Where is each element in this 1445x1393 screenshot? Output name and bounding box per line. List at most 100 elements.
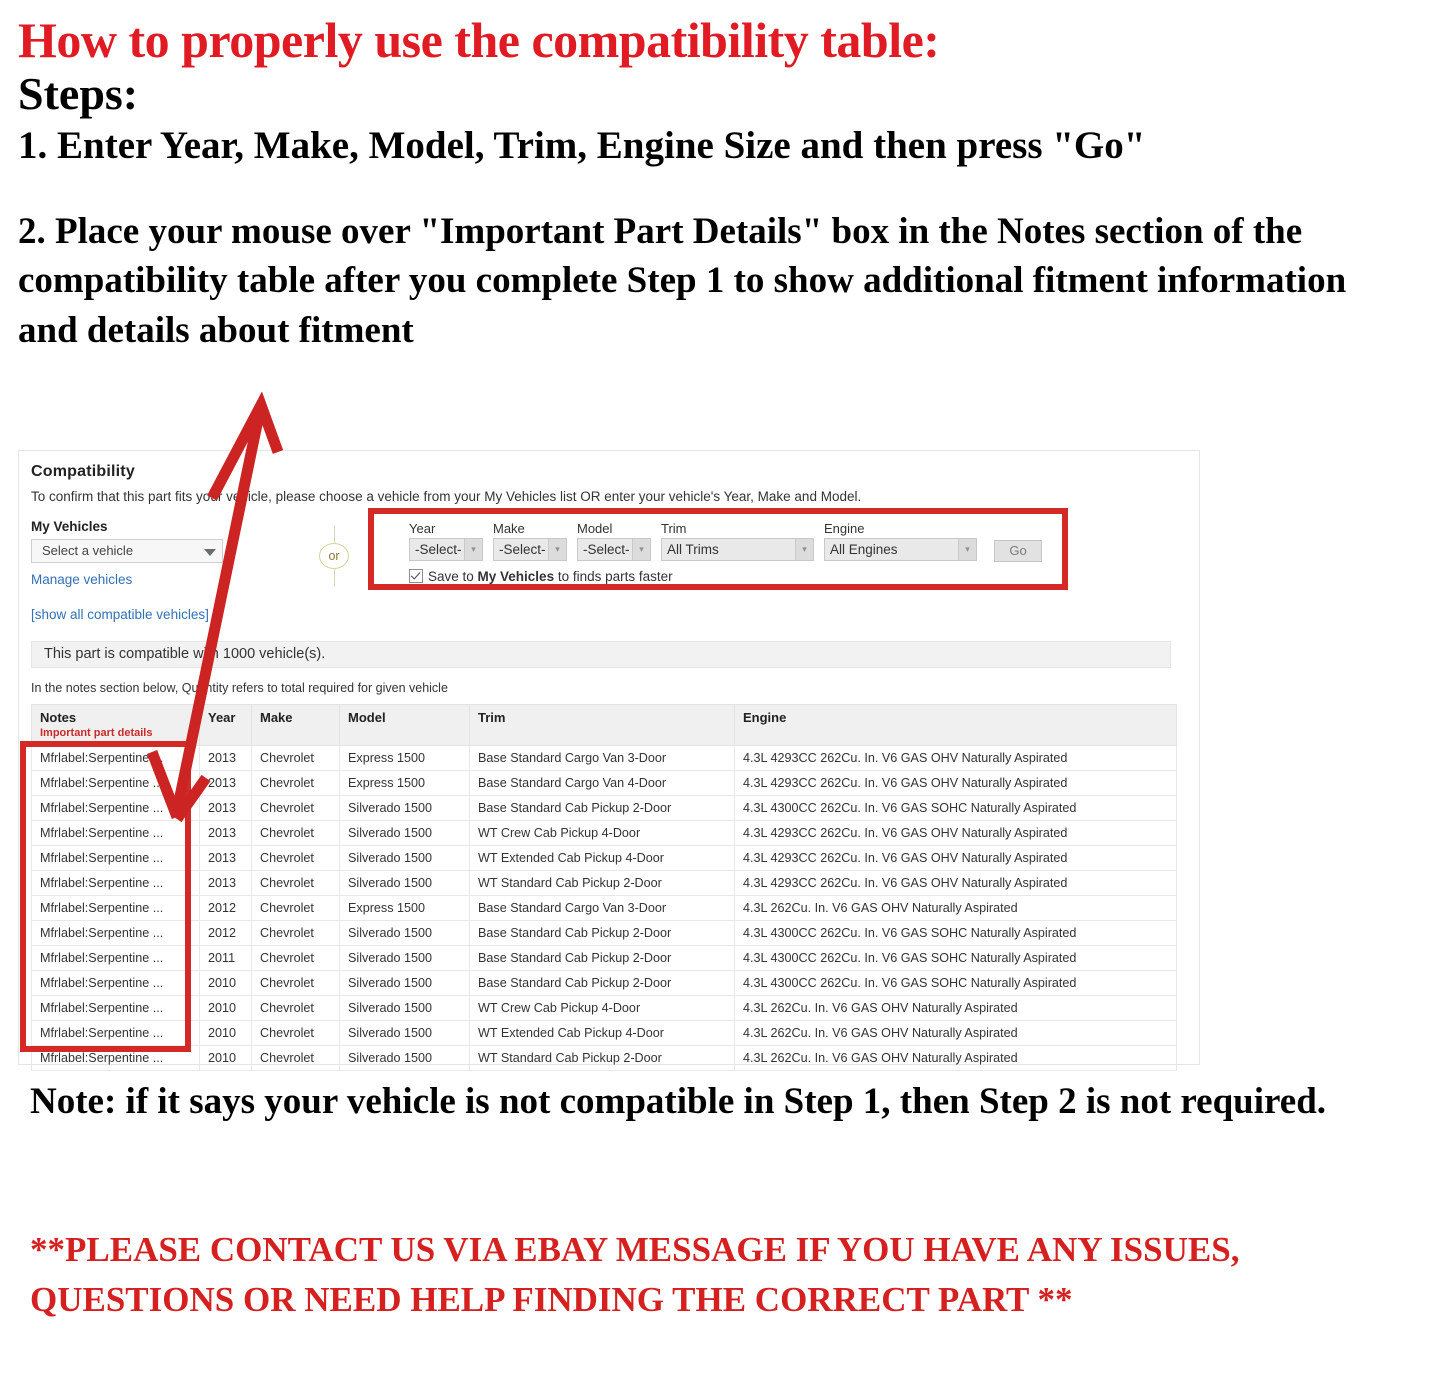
cell-model: Silverado 1500: [339, 1020, 470, 1046]
step-1-text: 1. Enter Year, Make, Model, Trim, Engine…: [18, 123, 1146, 167]
page-title: How to properly use the compatibility ta…: [18, 12, 940, 68]
cell-trim: Base Standard Cargo Van 4-Door: [469, 770, 735, 796]
bottom-note-text: Note: if it says your vehicle is not com…: [30, 1081, 1327, 1122]
table-row[interactable]: Mfrlabel:Serpentine ... 2010 Chevrolet Silv…: [31, 1020, 1177, 1046]
header-engine[interactable]: Engine: [734, 704, 1177, 746]
cell-engine: 4.3L 262Cu. In. V6 GAS OHV Naturally Asp…: [734, 995, 1177, 1021]
cell-model: Express 1500: [339, 745, 470, 771]
cell-trim: Base Standard Cab Pickup 2-Door: [469, 945, 735, 971]
table-row[interactable]: Mfrlabel:Serpentine ... 2013 Chevrolet Silv…: [31, 845, 1177, 871]
cell-year: 2011: [199, 945, 252, 971]
cell-engine: 4.3L 262Cu. In. V6 GAS OHV Naturally Asp…: [734, 1020, 1177, 1046]
my-vehicles-label: My Vehicles: [31, 519, 108, 534]
cell-engine: 4.3L 4293CC 262Cu. In. V6 GAS OHV Natura…: [734, 770, 1177, 796]
contact-note-text: **PLEASE CONTACT US VIA EBAY MESSAGE IF …: [30, 1230, 1240, 1320]
table-row[interactable]: Mfrlabel:Serpentine ... 2010 Chevrolet Silv…: [31, 970, 1177, 996]
cell-trim: Base Standard Cab Pickup 2-Door: [469, 920, 735, 946]
header-trim[interactable]: Trim: [469, 704, 735, 746]
cell-engine: 4.3L 4300CC 262Cu. In. V6 GAS SOHC Natur…: [734, 970, 1177, 996]
cell-trim: WT Standard Cab Pickup 2-Door: [469, 870, 735, 896]
cell-model: Silverado 1500: [339, 920, 470, 946]
cell-year: 2010: [199, 1020, 252, 1046]
important-part-details-label[interactable]: Important part details: [40, 727, 191, 739]
table-row[interactable]: Mfrlabel:Serpentine ... 2012 Chevrolet Expr…: [31, 895, 1177, 921]
cell-engine: 4.3L 4293CC 262Cu. In. V6 GAS OHV Natura…: [734, 870, 1177, 896]
cell-year: 2013: [199, 745, 252, 771]
cell-engine: 4.3L 4293CC 262Cu. In. V6 GAS OHV Natura…: [734, 745, 1177, 771]
cell-model: Express 1500: [339, 770, 470, 796]
header-year[interactable]: Year: [199, 704, 252, 746]
table-row[interactable]: Mfrlabel:Serpentine ... 2012 Chevrolet Silv…: [31, 920, 1177, 946]
cell-year: 2010: [199, 1045, 252, 1071]
cell-make: Chevrolet: [251, 995, 340, 1021]
cell-make: Chevrolet: [251, 870, 340, 896]
cell-trim: Base Standard Cargo Van 3-Door: [469, 745, 735, 771]
header-model[interactable]: Model: [339, 704, 470, 746]
cell-engine: 4.3L 4293CC 262Cu. In. V6 GAS OHV Natura…: [734, 845, 1177, 871]
header-make[interactable]: Make: [251, 704, 340, 746]
cell-year: 2010: [199, 970, 252, 996]
cell-year: 2013: [199, 870, 252, 896]
cell-make: Chevrolet: [251, 970, 340, 996]
steps-label: Steps:: [18, 68, 139, 119]
or-badge: or: [319, 543, 349, 569]
notes-quantity-hint: In the notes section below, Quantity ref…: [31, 681, 448, 695]
cell-year: 2013: [199, 770, 252, 796]
cell-year: 2013: [199, 820, 252, 846]
table-header-row: Notes Important part details Year Make M…: [31, 704, 1177, 746]
header-notes[interactable]: Notes Important part details: [31, 704, 200, 746]
manage-vehicles-link[interactable]: Manage vehicles: [31, 572, 132, 587]
table-row[interactable]: Mfrlabel:Serpentine ... 2013 Chevrolet Expr…: [31, 770, 1177, 796]
cell-trim: Base Standard Cab Pickup 2-Door: [469, 795, 735, 821]
table-row[interactable]: Mfrlabel:Serpentine ... 2013 Chevrolet Expr…: [31, 745, 1177, 771]
cell-trim: WT Extended Cab Pickup 4-Door: [469, 845, 735, 871]
compatibility-table: Notes Important part details Year Make M…: [31, 704, 1177, 1071]
cell-make: Chevrolet: [251, 795, 340, 821]
cell-engine: 4.3L 4300CC 262Cu. In. V6 GAS SOHC Natur…: [734, 795, 1177, 821]
cell-make: Chevrolet: [251, 895, 340, 921]
cell-engine: 4.3L 4293CC 262Cu. In. V6 GAS OHV Natura…: [734, 820, 1177, 846]
cell-year: 2013: [199, 845, 252, 871]
cell-trim: WT Standard Cab Pickup 2-Door: [469, 1045, 735, 1071]
compatibility-table-body: Mfrlabel:Serpentine ... 2013 Chevrolet Expr…: [31, 745, 1177, 1071]
finder-highlight-box: [368, 508, 1068, 590]
vehicle-select[interactable]: Select a vehicle: [31, 539, 223, 563]
table-row[interactable]: Mfrlabel:Serpentine ... 2013 Chevrolet Silv…: [31, 820, 1177, 846]
show-all-compatible-vehicles-link[interactable]: [show all compatible vehicles]: [31, 607, 209, 622]
cell-model: Silverado 1500: [339, 1045, 470, 1071]
or-divider: or: [308, 525, 360, 587]
cell-year: 2012: [199, 895, 252, 921]
instructions-block: How to properly use the compatibility ta…: [18, 14, 1418, 355]
cell-model: Silverado 1500: [339, 995, 470, 1021]
cell-make: Chevrolet: [251, 820, 340, 846]
cell-trim: WT Crew Cab Pickup 4-Door: [469, 995, 735, 1021]
table-row[interactable]: Mfrlabel:Serpentine ... 2010 Chevrolet Silv…: [31, 1045, 1177, 1071]
cell-model: Silverado 1500: [339, 945, 470, 971]
notes-column-highlight-box: [20, 741, 191, 1052]
cell-make: Chevrolet: [251, 1020, 340, 1046]
step-2-text: 2. Place your mouse over "Important Part…: [18, 211, 1347, 351]
cell-year: 2013: [199, 795, 252, 821]
cell-year: 2012: [199, 920, 252, 946]
cell-engine: 4.3L 262Cu. In. V6 GAS OHV Naturally Asp…: [734, 1045, 1177, 1071]
header-notes-label: Notes: [40, 710, 77, 725]
table-row[interactable]: Mfrlabel:Serpentine ... 2013 Chevrolet Silv…: [31, 795, 1177, 821]
cell-make: Chevrolet: [251, 920, 340, 946]
cell-make: Chevrolet: [251, 845, 340, 871]
compatible-count-bar: This part is compatible with 1000 vehicl…: [31, 641, 1171, 668]
cell-make: Chevrolet: [251, 945, 340, 971]
table-row[interactable]: Mfrlabel:Serpentine ... 2010 Chevrolet Silv…: [31, 995, 1177, 1021]
cell-model: Silverado 1500: [339, 820, 470, 846]
cell-trim: Base Standard Cab Pickup 2-Door: [469, 970, 735, 996]
cell-make: Chevrolet: [251, 745, 340, 771]
compatibility-heading: Compatibility: [31, 463, 135, 480]
table-row[interactable]: Mfrlabel:Serpentine ... 2011 Chevrolet Silv…: [31, 945, 1177, 971]
cell-trim: WT Crew Cab Pickup 4-Door: [469, 820, 735, 846]
vehicle-select-value: Select a vehicle: [42, 543, 134, 558]
cell-engine: 4.3L 4300CC 262Cu. In. V6 GAS SOHC Natur…: [734, 945, 1177, 971]
cell-year: 2010: [199, 995, 252, 1021]
table-row[interactable]: Mfrlabel:Serpentine ... 2013 Chevrolet Silv…: [31, 870, 1177, 896]
cell-model: Express 1500: [339, 895, 470, 921]
cell-model: Silverado 1500: [339, 795, 470, 821]
cell-trim: Base Standard Cargo Van 3-Door: [469, 895, 735, 921]
